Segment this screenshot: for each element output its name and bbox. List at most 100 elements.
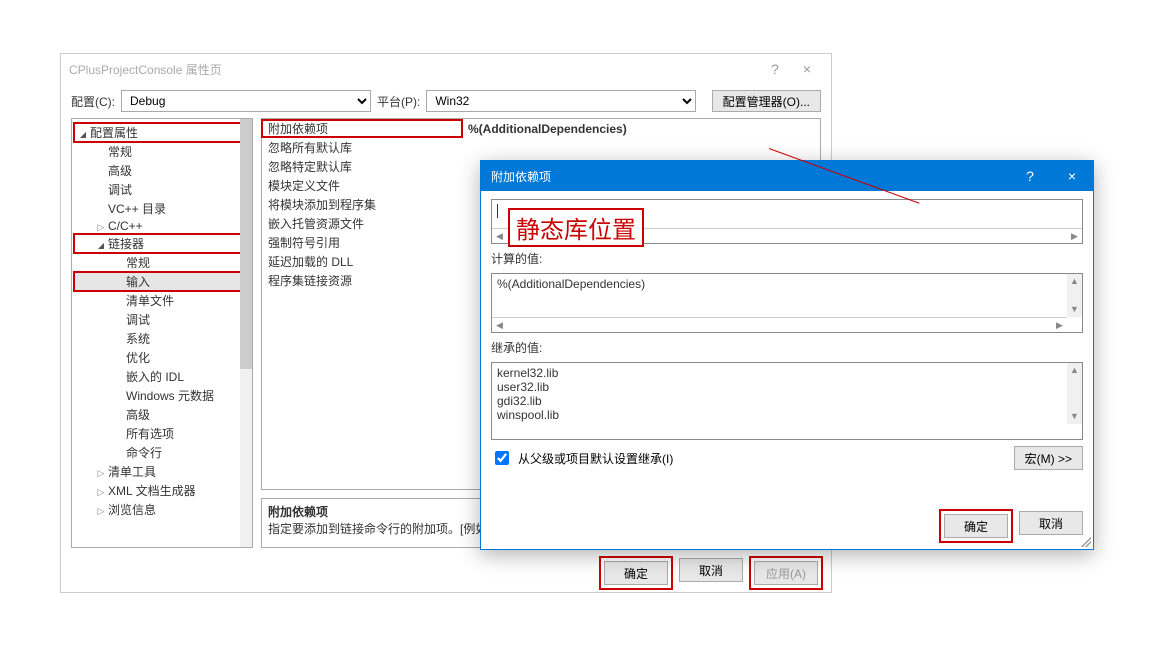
config-row: 配置(C): Debug 平台(P): Win32 配置管理器(O)...: [61, 84, 831, 118]
inherited-value: kernel32.lib: [497, 366, 1077, 380]
computed-value-box: %(AdditionalDependencies) ▲▼ ◀▶: [491, 273, 1083, 333]
tree-item-label: C/C++: [108, 219, 143, 233]
tree-item[interactable]: 调试: [74, 180, 250, 199]
tree-item-label: 命令行: [126, 444, 162, 461]
tree-item[interactable]: 所有选项: [74, 424, 250, 443]
tree-item[interactable]: 嵌入的 IDL: [74, 367, 250, 386]
tree-item[interactable]: 系统: [74, 329, 250, 348]
cancel-button[interactable]: 取消: [679, 558, 743, 582]
inherited-value: gdi32.lib: [497, 394, 1077, 408]
tree-item[interactable]: 高级: [74, 405, 250, 424]
tree-item[interactable]: 命令行: [74, 443, 250, 462]
tree-item[interactable]: 清单文件: [74, 291, 250, 310]
property-name: 附加依赖项: [262, 120, 462, 137]
config-label: 配置(C):: [71, 93, 115, 110]
property-name: 忽略特定默认库: [262, 158, 462, 175]
close-button[interactable]: ×: [791, 61, 823, 77]
property-name: 嵌入托管资源文件: [262, 215, 462, 232]
ok-button[interactable]: 确定: [604, 561, 668, 585]
tree-item-label: 所有选项: [126, 425, 174, 442]
titlebar: CPlusProjectConsole 属性页 ? ×: [61, 54, 831, 84]
property-name: 延迟加载的 DLL: [262, 253, 462, 270]
inherited-value: winspool.lib: [497, 408, 1077, 422]
edit-cancel-button[interactable]: 取消: [1019, 511, 1083, 535]
inherit-checkbox[interactable]: [495, 451, 509, 465]
computed-hscroll[interactable]: ◀▶: [492, 317, 1067, 332]
edit-buttons: 确定 取消: [491, 511, 1083, 541]
tree-item[interactable]: 链接器: [74, 234, 250, 253]
tree-item-label: 配置属性: [90, 124, 138, 141]
platform-label: 平台(P):: [377, 93, 420, 110]
inherited-value: user32.lib: [497, 380, 1077, 394]
macro-button[interactable]: 宏(M) >>: [1014, 446, 1083, 470]
property-row[interactable]: 附加依赖项%(AdditionalDependencies): [262, 119, 820, 138]
config-select[interactable]: Debug: [121, 90, 371, 112]
tree-item-label: 链接器: [108, 235, 144, 252]
tree-item-label: VC++ 目录: [108, 200, 166, 217]
computed-vscroll[interactable]: ▲▼: [1067, 274, 1082, 317]
expand-open-icon[interactable]: [78, 126, 88, 140]
tree-item-label: 清单文件: [126, 292, 174, 309]
tree-item[interactable]: 配置属性: [74, 123, 250, 142]
expand-closed-icon[interactable]: [96, 219, 106, 233]
property-name: 程序集链接资源: [262, 272, 462, 289]
expand-closed-icon[interactable]: [96, 465, 106, 479]
inherited-values-box: kernel32.libuser32.libgdi32.libwinspool.…: [491, 362, 1083, 440]
tree-item-label: 输入: [126, 273, 150, 290]
tree-scrollbar[interactable]: [240, 119, 252, 547]
property-row[interactable]: 忽略所有默认库: [262, 138, 820, 157]
computed-label: 计算的值:: [491, 250, 1083, 267]
tree-item-label: 高级: [126, 406, 150, 423]
tree-item[interactable]: XML 文档生成器: [74, 481, 250, 500]
inherit-row: 从父级或项目默认设置继承(I) 宏(M) >>: [491, 446, 1083, 470]
tree-item[interactable]: 浏览信息: [74, 500, 250, 519]
property-value[interactable]: %(AdditionalDependencies): [462, 122, 820, 136]
tree-view[interactable]: 配置属性常规高级调试VC++ 目录C/C++链接器常规输入清单文件调试系统优化嵌…: [71, 118, 253, 548]
tree-item-label: 清单工具: [108, 463, 156, 480]
tree-item-label: XML 文档生成器: [108, 482, 196, 499]
tree-item[interactable]: 高级: [74, 161, 250, 180]
tree-item-label: 高级: [108, 162, 132, 179]
config-manager-button[interactable]: 配置管理器(O)...: [712, 90, 821, 112]
text-caret: [497, 204, 498, 218]
tree-item[interactable]: 清单工具: [74, 462, 250, 481]
tree-item-label: 优化: [126, 349, 150, 366]
tree-item[interactable]: 常规: [74, 142, 250, 161]
tree-item[interactable]: Windows 元数据: [74, 386, 250, 405]
expand-closed-icon[interactable]: [96, 484, 106, 498]
edit-close-button[interactable]: ×: [1051, 161, 1093, 191]
edit-ok-button[interactable]: 确定: [944, 514, 1008, 538]
property-name: 模块定义文件: [262, 177, 462, 194]
tree-item-label: 系统: [126, 330, 150, 347]
tree-item-label: Windows 元数据: [126, 387, 214, 404]
edit-dialog-title: 附加依赖项: [491, 168, 1009, 185]
resize-grip[interactable]: [1081, 537, 1091, 547]
expand-closed-icon[interactable]: [96, 503, 106, 517]
tree-item-label: 调试: [108, 181, 132, 198]
property-name: 忽略所有默认库: [262, 139, 462, 156]
tree-item[interactable]: C/C++: [74, 218, 250, 234]
apply-button[interactable]: 应用(A): [754, 561, 818, 585]
tree-item-label: 常规: [126, 254, 150, 271]
inherit-checkbox-label: 从父级或项目默认设置继承(I): [518, 450, 673, 467]
tree-item[interactable]: 常规: [74, 253, 250, 272]
tree-item-label: 常规: [108, 143, 132, 160]
scrollbar-thumb[interactable]: [240, 119, 252, 369]
window-title: CPlusProjectConsole 属性页: [69, 61, 759, 78]
bottom-buttons: 确定 取消 应用(A): [61, 558, 831, 598]
tree-item[interactable]: VC++ 目录: [74, 199, 250, 218]
tree-item-label: 嵌入的 IDL: [126, 368, 184, 385]
tree-item[interactable]: 优化: [74, 348, 250, 367]
expand-open-icon[interactable]: [96, 237, 106, 251]
inherited-label: 继承的值:: [491, 339, 1083, 356]
help-button[interactable]: ?: [759, 61, 791, 77]
edit-help-button[interactable]: ?: [1009, 161, 1051, 191]
property-name: 将模块添加到程序集: [262, 196, 462, 213]
tree-item[interactable]: 输入: [74, 272, 250, 291]
edit-titlebar: 附加依赖项 ? ×: [481, 161, 1093, 191]
tree-item-label: 调试: [126, 311, 150, 328]
inherited-vscroll[interactable]: ▲▼: [1067, 363, 1082, 424]
platform-select[interactable]: Win32: [426, 90, 696, 112]
tree-item[interactable]: 调试: [74, 310, 250, 329]
tree-item-label: 浏览信息: [108, 501, 156, 518]
